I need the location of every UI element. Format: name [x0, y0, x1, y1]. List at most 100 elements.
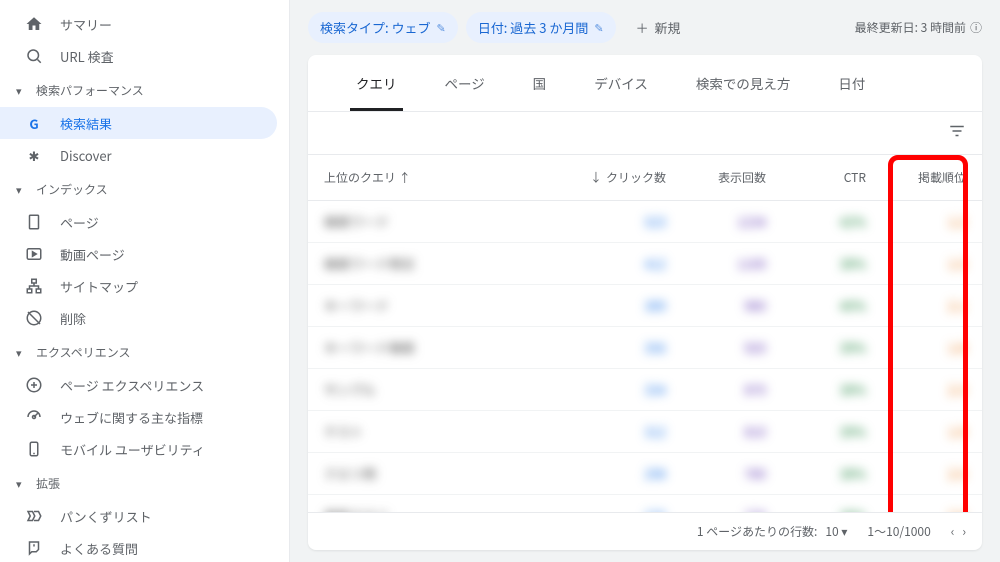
- pagination-range: 1～10/1000: [867, 523, 930, 540]
- sidebar-item-breadcrumb[interactable]: パンくずリスト: [0, 500, 277, 532]
- cell-impressions: 810: [666, 422, 766, 441]
- cell-query: クエリ例: [324, 464, 566, 483]
- cell-position: 2.1: [866, 296, 966, 315]
- sidebar-label: 検索結果: [60, 114, 112, 133]
- sidebar-item-summary[interactable]: サマリー: [0, 8, 277, 40]
- cell-impressions: 870: [666, 380, 766, 399]
- cell-clicks: 276: [566, 506, 666, 512]
- cell-impressions: 720: [666, 506, 766, 512]
- tab-date[interactable]: 日付: [814, 55, 889, 111]
- info-icon[interactable]: ⓘ: [970, 19, 982, 36]
- cell-position: 1.9: [866, 422, 966, 441]
- sidebar-label: URL 検査: [60, 47, 114, 66]
- sidebar-item-search-results[interactable]: G 検索結果: [0, 107, 277, 139]
- edit-icon: ✎: [594, 20, 603, 36]
- table-row[interactable]: キーワード38998040%2.1: [308, 285, 982, 327]
- sidebar-label: よくある質問: [60, 539, 138, 558]
- cell-query: 検索ワード例文: [324, 254, 566, 273]
- table-header: 上位のクエリ ↑ ↓クリック数 表示回数 CTR 掲載順位: [308, 155, 982, 201]
- sitemap-icon: [24, 276, 44, 296]
- table-row[interactable]: テスト31281039%1.9: [308, 411, 982, 453]
- tabs: クエリ ページ 国 デバイス 検索での見え方 日付: [308, 55, 982, 112]
- chip-search-type[interactable]: 検索タイプ: ウェブ ✎: [308, 12, 458, 43]
- video-icon: [24, 244, 44, 264]
- rows-per-page-select[interactable]: 10 ▾: [825, 523, 847, 540]
- chevron-down-icon: ▾: [16, 83, 32, 99]
- sidebar-item-discover[interactable]: ✱ Discover: [0, 139, 277, 171]
- cell-impressions: 920: [666, 338, 766, 357]
- table-footer: 1 ページあたりの行数: 10 ▾ 1～10/1000 ‹ ›: [308, 512, 982, 550]
- column-ctr[interactable]: CTR: [766, 169, 866, 186]
- table-row[interactable]: 検索ワード例文412110038%1.5: [308, 243, 982, 285]
- sidebar-label: Discover: [60, 146, 112, 165]
- google-icon: G: [24, 113, 44, 133]
- cell-query: キーワード検索: [324, 338, 566, 357]
- tab-device[interactable]: デバイス: [570, 55, 672, 111]
- chevron-down-icon: ▾: [841, 523, 847, 540]
- sidebar-label: パンくずリスト: [60, 507, 152, 526]
- column-position[interactable]: 掲載順位: [866, 169, 966, 186]
- filter-bar: 検索タイプ: ウェブ ✎ 日付: 過去 3 か月間 ✎ ＋ 新規 最終更新日: …: [308, 12, 982, 43]
- sidebar-item-sitemap[interactable]: サイトマップ: [0, 270, 277, 302]
- cell-ctr: 38%: [766, 380, 866, 399]
- sidebar-item-page[interactable]: ページ: [0, 206, 277, 238]
- plus-circle-icon: [24, 375, 44, 395]
- cell-ctr: 38%: [766, 254, 866, 273]
- sidebar-item-faq[interactable]: よくある質問: [0, 532, 277, 562]
- cell-ctr: 39%: [766, 338, 866, 357]
- cell-query: 検索クエリ: [324, 506, 566, 512]
- edit-icon: ✎: [437, 20, 446, 36]
- cell-ctr: 42%: [766, 212, 866, 231]
- cell-position: 1.2: [866, 212, 966, 231]
- chevron-down-icon: ▾: [16, 476, 32, 492]
- sidebar-label: 動画ページ: [60, 245, 125, 264]
- table-row[interactable]: 検索ワード523123442%1.2: [308, 201, 982, 243]
- sort-up-icon: ↑: [399, 169, 411, 186]
- chip-date[interactable]: 日付: 過去 3 か月間 ✎: [466, 12, 616, 43]
- speed-icon: [24, 407, 44, 427]
- prev-page-button[interactable]: ‹: [951, 523, 955, 540]
- column-impressions[interactable]: 表示回数: [666, 169, 766, 186]
- sidebar-label: サイトマップ: [60, 277, 138, 296]
- column-clicks[interactable]: ↓クリック数: [566, 169, 666, 186]
- filter-icon[interactable]: [948, 122, 966, 144]
- sidebar-item-video-page[interactable]: 動画ページ: [0, 238, 277, 270]
- sidebar-item-core-web-vitals[interactable]: ウェブに関する主な指標: [0, 401, 277, 433]
- home-icon: [24, 14, 44, 34]
- cell-position: 2.3: [866, 380, 966, 399]
- cell-clicks: 389: [566, 296, 666, 315]
- sidebar: サマリー URL 検査 ▾ 検索パフォーマンス G 検索結果 ✱ Discove…: [0, 0, 290, 562]
- table-row[interactable]: キーワード検索35692039%1.8: [308, 327, 982, 369]
- sidebar-section-performance[interactable]: ▾ 検索パフォーマンス: [0, 72, 289, 107]
- breadcrumb-icon: [24, 506, 44, 526]
- cell-impressions: 780: [666, 464, 766, 483]
- table-row[interactable]: 検索クエリ27672038%2.0: [308, 495, 982, 512]
- search-icon: [24, 46, 44, 66]
- sidebar-section-experience[interactable]: ▾ エクスペリエンス: [0, 334, 289, 369]
- cell-ctr: 38%: [766, 506, 866, 512]
- sidebar-section-index[interactable]: ▾ インデックス: [0, 171, 289, 206]
- chevron-down-icon: ▾: [16, 345, 32, 361]
- tab-query[interactable]: クエリ: [332, 55, 421, 111]
- tab-country[interactable]: 国: [509, 55, 571, 111]
- cell-impressions: 1234: [666, 212, 766, 231]
- sidebar-item-page-experience[interactable]: ページ エクスペリエンス: [0, 369, 277, 401]
- next-page-button[interactable]: ›: [962, 523, 966, 540]
- discover-icon: ✱: [24, 145, 44, 165]
- column-query[interactable]: 上位のクエリ ↑: [324, 169, 566, 186]
- cell-position: 1.5: [866, 254, 966, 273]
- tab-page[interactable]: ページ: [421, 55, 509, 111]
- table-row[interactable]: サンプル33487038%2.3: [308, 369, 982, 411]
- cell-query: 検索ワード: [324, 212, 566, 231]
- table-row[interactable]: クエリ例29878038%2.5: [308, 453, 982, 495]
- tab-appearance[interactable]: 検索での見え方: [672, 55, 815, 111]
- chip-new[interactable]: ＋ 新規: [624, 12, 693, 43]
- sidebar-item-delete[interactable]: 削除: [0, 302, 277, 334]
- sidebar-label: ウェブに関する主な指標: [60, 408, 203, 427]
- sidebar-item-mobile-usability[interactable]: モバイル ユーザビリティ: [0, 433, 277, 465]
- sidebar-item-url-inspect[interactable]: URL 検査: [0, 40, 277, 72]
- cell-ctr: 40%: [766, 296, 866, 315]
- sidebar-section-enhance[interactable]: ▾ 拡張: [0, 465, 289, 500]
- page-icon: [24, 212, 44, 232]
- cell-ctr: 38%: [766, 464, 866, 483]
